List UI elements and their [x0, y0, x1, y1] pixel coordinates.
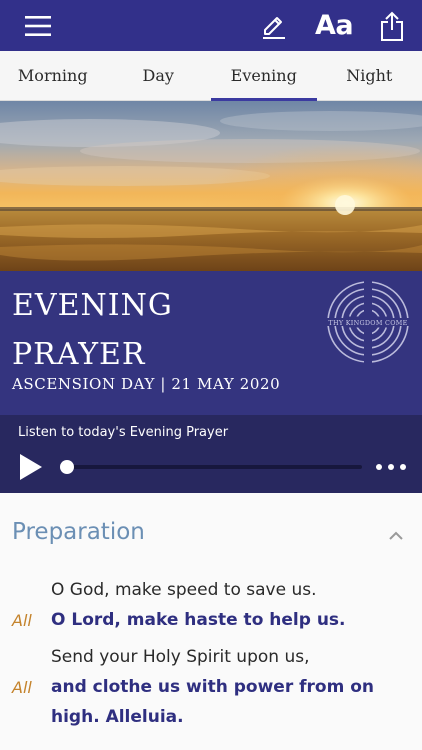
response-line: O Lord, make haste to help us.: [51, 610, 346, 630]
tab-night[interactable]: Night: [317, 51, 422, 100]
tab-evening[interactable]: Evening: [211, 51, 317, 101]
svg-text:THY KINGDOM COME: THY KINGDOM COME: [328, 319, 407, 327]
menu-button[interactable]: [14, 0, 62, 51]
share-button[interactable]: [370, 0, 414, 51]
dot-icon: [388, 464, 394, 470]
thy-kingdom-come-logo: THY KINGDOM COME: [326, 280, 410, 364]
date-subtitle: ASCENSION DAY | 21 MAY 2020: [12, 375, 281, 393]
tab-day[interactable]: Day: [106, 51, 212, 100]
page-title: EVENING PRAYER: [12, 281, 173, 379]
versicle-line: Send your Holy Spirit upon us,: [51, 647, 310, 667]
response-line: and clothe us with power from on: [51, 677, 374, 697]
title-line-1: EVENING: [12, 288, 173, 323]
speaker-label: All: [12, 611, 32, 630]
title-line-2: PRAYER: [12, 337, 146, 372]
share-icon: [381, 11, 403, 41]
tab-morning[interactable]: Morning: [0, 51, 106, 100]
office-tabs: Morning Day Evening Night: [0, 51, 422, 101]
more-options-button[interactable]: [376, 459, 406, 475]
top-app-bar: Aa: [0, 0, 422, 51]
preparation-section: Preparation O God, make speed to save us…: [0, 493, 422, 750]
dot-icon: [400, 464, 406, 470]
edit-button[interactable]: [252, 0, 296, 51]
seek-knob[interactable]: [60, 460, 74, 474]
audio-seek-slider[interactable]: [60, 459, 362, 475]
pencil-icon: [263, 16, 285, 39]
play-icon[interactable]: [17, 453, 45, 481]
response-line: high. Alleluia.: [51, 707, 184, 727]
chevron-up-icon[interactable]: [388, 531, 404, 541]
seek-track: [66, 465, 362, 469]
sunset-field-image: [0, 101, 422, 271]
hamburger-menu-icon: [25, 15, 51, 36]
section-heading[interactable]: Preparation: [12, 519, 145, 545]
prayer-title-block: EVENING PRAYER ASCENSION DAY | 21 MAY 20…: [0, 271, 422, 415]
speaker-label: All: [12, 678, 32, 697]
versicle-line: O God, make speed to save us.: [51, 580, 317, 600]
dot-icon: [376, 464, 382, 470]
player-label: Listen to today's Evening Prayer: [18, 425, 229, 440]
audio-player: Listen to today's Evening Prayer: [0, 415, 422, 493]
font-size-button[interactable]: Aa: [308, 0, 360, 51]
